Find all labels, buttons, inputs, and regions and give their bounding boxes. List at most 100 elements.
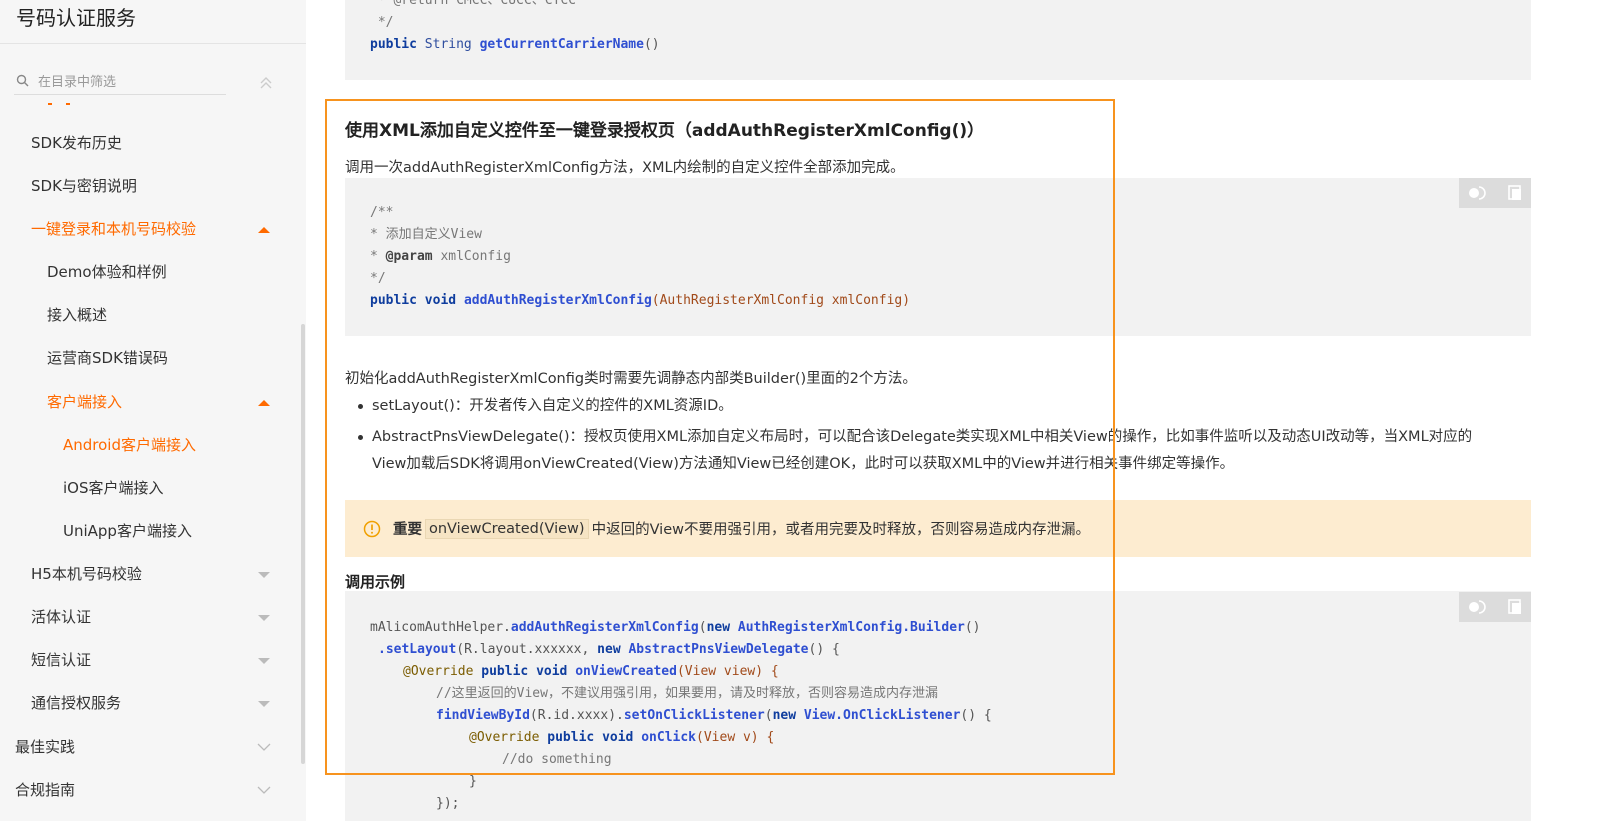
- code-line: */: [370, 271, 386, 286]
- product-title: 号码认证服务: [16, 6, 136, 30]
- caret-down-icon[interactable]: [257, 656, 271, 666]
- sidebar-item-one-click-login[interactable]: 一键登录和本机号码校验: [31, 217, 196, 241]
- notice-text: 中返回的View不要用强引用，或者用完要及时释放，否则容易造成内存泄漏。: [591, 522, 1090, 538]
- code-line: @Override public void onClick(View v) {: [469, 727, 774, 749]
- code-text: () {: [960, 708, 992, 723]
- code-comment: //这里返回的View，不建议用强引用，如果要用，请及时释放，否则容易造成内存泄…: [436, 686, 938, 701]
- sidebar: 号码认证服务 在目录中筛选 SDK发布历史 SDK与密钥说明 一键登录和本机号码…: [0, 0, 306, 821]
- sidebar-item-best-practice[interactable]: 最佳实践: [15, 735, 75, 759]
- code-block-carrier: * @return CMCC、CUCC、CTCC */ public Strin…: [345, 0, 1531, 80]
- copy-icon[interactable]: [1506, 598, 1524, 616]
- code-line: }: [469, 774, 477, 789]
- code-block-example: mAlicomAuthHelper.addAuthRegisterXmlConf…: [345, 591, 1531, 821]
- sidebar-item-uniapp[interactable]: UniApp客户端接入: [63, 519, 192, 543]
- copy-icon[interactable]: [1506, 184, 1524, 202]
- sidebar-item-sdk-keys[interactable]: SDK与密钥说明: [31, 174, 137, 198]
- code-keyword: new: [706, 620, 731, 635]
- code-text: (View v) {: [696, 730, 775, 745]
- code-keyword: public: [547, 730, 595, 745]
- code-function: onViewCreated: [575, 664, 677, 679]
- code-function: onClick: [641, 730, 697, 745]
- code-function: addAuthRegisterXmlConfig: [463, 293, 652, 308]
- code-line: public String getCurrentCarrierName(): [370, 34, 660, 56]
- caret-up-icon[interactable]: [257, 398, 271, 408]
- builder-intro: 初始化addAuthRegisterXmlConfig类时需要先调静态内部类Bu…: [345, 371, 917, 387]
- code-line: });: [436, 796, 460, 811]
- code-line: /**: [370, 205, 394, 220]
- code-keyword: void: [536, 664, 568, 679]
- sidebar-item-client-access[interactable]: 客户端接入: [47, 390, 122, 414]
- code-text: (R.id.xxxx).: [529, 708, 624, 723]
- code-toolbar: [1459, 592, 1531, 622]
- code-annotation: @Override: [469, 730, 540, 745]
- code-function: .setLayout: [378, 642, 457, 657]
- code-line: * 添加自定义View: [370, 227, 482, 242]
- code-text: mAlicomAuthHelper.: [370, 620, 511, 635]
- sidebar-scrollbar[interactable]: [301, 324, 305, 764]
- caret-down-icon[interactable]: [257, 699, 271, 709]
- section-title: 使用XML添加自定义控件至一键登录授权页（addAuthRegisterXmlC…: [345, 121, 985, 141]
- code-text: (View view) {: [676, 664, 779, 679]
- chevron-down-icon[interactable]: [257, 785, 271, 795]
- section-intro: 调用一次addAuthRegisterXmlConfig方法，XML内绘制的自定…: [345, 160, 905, 176]
- code-toolbar: [1459, 178, 1531, 208]
- code-function: addAuthRegisterXmlConfig: [510, 620, 699, 635]
- code-text: (AuthRegisterXmlConfig xmlConfig): [651, 293, 911, 308]
- list-item: AbstractPnsViewDelegate()：授权页使用XML添加自定义布…: [358, 425, 1562, 450]
- code-keyword: new: [772, 708, 797, 723]
- notice-label: 重要: [393, 522, 422, 538]
- notice-code: onViewCreated(View): [425, 518, 589, 539]
- warning-icon: [363, 520, 381, 537]
- sidebar-item-android[interactable]: Android客户端接入: [63, 433, 196, 457]
- sidebar-item-overview[interactable]: 接入概述: [47, 303, 107, 327]
- sidebar-item-comm-auth[interactable]: 通信授权服务: [31, 691, 121, 715]
- code-line: @Override public void onViewCreated(View…: [403, 661, 779, 683]
- code-keyword: new: [597, 642, 621, 657]
- sidebar-item-liveness[interactable]: 活体认证: [31, 605, 91, 629]
- code-text: (: [698, 620, 707, 635]
- code-text: (): [643, 37, 660, 52]
- sidebar-item-sms[interactable]: 短信认证: [31, 648, 91, 672]
- sidebar-item-ios[interactable]: iOS客户端接入: [63, 476, 164, 500]
- code-type: String: [424, 37, 472, 52]
- code-keyword: void: [602, 730, 634, 745]
- sidebar-item-demo[interactable]: Demo体验和样例: [47, 260, 167, 284]
- code-function: findViewById: [436, 708, 530, 723]
- code-text: () {: [808, 642, 840, 657]
- code-text: (): [964, 620, 981, 635]
- code-line: public void addAuthRegisterXmlConfig(Aut…: [370, 290, 910, 312]
- sidebar-item-h5[interactable]: H5本机号码校验: [31, 562, 142, 586]
- theme-toggle-icon[interactable]: [1467, 598, 1491, 616]
- caret-up-icon[interactable]: [257, 225, 271, 235]
- sidebar-item-carrier-errors[interactable]: 运营商SDK错误码: [47, 346, 168, 370]
- code-text: (: [764, 708, 773, 723]
- code-block-signature: /** * 添加自定义View * @param xmlConfig */ pu…: [345, 178, 1531, 336]
- chevron-down-icon[interactable]: [257, 742, 271, 752]
- scrolled-item-marker: [48, 103, 72, 106]
- code-line: findViewById(R.id.xxxx).setOnClickListen…: [436, 705, 992, 727]
- list-item: setLayout()：开发者传入自定义的控件的XML资源ID。: [358, 394, 1542, 419]
- sidebar-divider: [0, 43, 306, 44]
- collapse-all-icon[interactable]: [258, 75, 274, 91]
- code-function: getCurrentCarrierName: [479, 37, 644, 52]
- code-function: setOnClickListener: [623, 708, 765, 723]
- code-text: (R.layout.xxxxxx,: [456, 642, 598, 657]
- important-notice: 重要 onViewCreated(View) 中返回的View不要用强引用，或者…: [345, 500, 1531, 557]
- list-item-continued: View加载后SDK将调用onViewCreated(View)方法通知View…: [372, 456, 1235, 472]
- code-type: AuthRegisterXmlConfig.Builder: [737, 620, 965, 635]
- sidebar-item-sdk-history[interactable]: SDK发布历史: [31, 131, 122, 155]
- search-icon: [14, 72, 30, 88]
- example-heading: 调用示例: [345, 573, 406, 591]
- sidebar-item-compliance[interactable]: 合规指南: [15, 778, 75, 802]
- code-line: .setLayout(R.layout.xxxxxx, new Abstract…: [378, 639, 840, 661]
- search-input[interactable]: 在目录中筛选: [38, 71, 116, 90]
- theme-toggle-icon[interactable]: [1467, 184, 1491, 202]
- code-keyword: void: [424, 293, 457, 308]
- caret-down-icon[interactable]: [257, 613, 271, 623]
- code-keyword: public: [370, 293, 417, 308]
- caret-down-icon[interactable]: [257, 570, 271, 580]
- main-content: * @return CMCC、CUCC、CTCC */ public Strin…: [306, 0, 1599, 821]
- code-line: * @return CMCC、CUCC、CTCC: [370, 0, 577, 8]
- code-annotation: @Override: [403, 664, 474, 679]
- sidebar-search[interactable]: 在目录中筛选: [14, 66, 226, 95]
